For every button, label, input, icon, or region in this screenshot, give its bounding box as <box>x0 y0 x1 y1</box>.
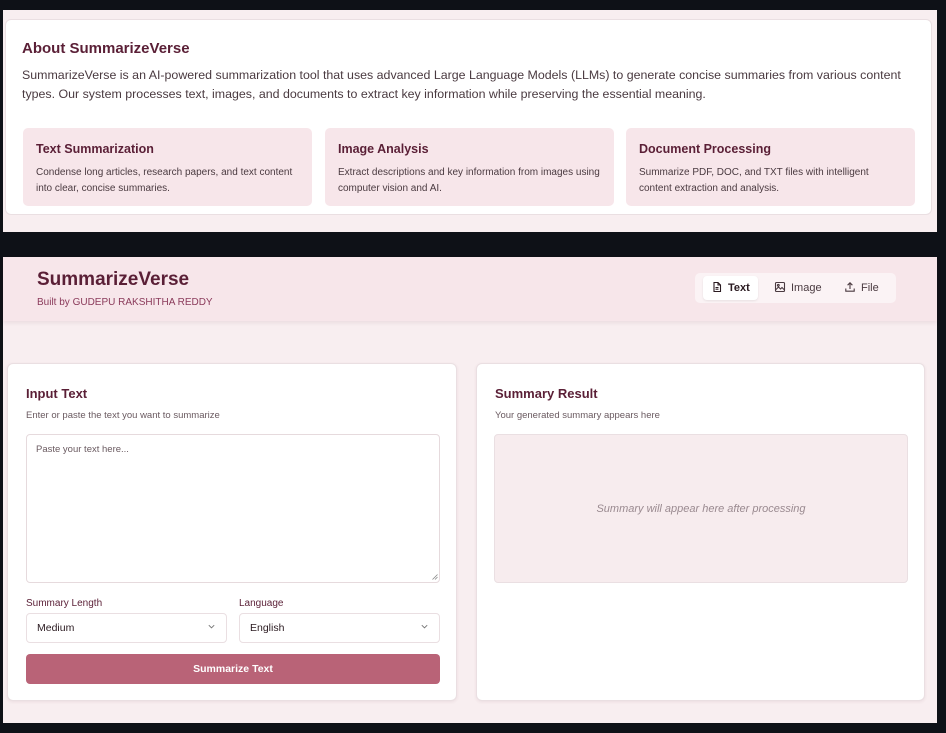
summary-length-label: Summary Length <box>26 598 103 609</box>
tab-file[interactable]: File <box>836 276 887 300</box>
tab-image[interactable]: Image <box>766 276 830 300</box>
result-card-title: Summary Result <box>495 386 598 401</box>
feature-card-image: Image Analysis Extract descriptions and … <box>325 128 614 206</box>
chevron-down-icon <box>420 622 429 634</box>
summary-placeholder: Summary will appear here after processin… <box>596 502 806 515</box>
result-card: Summary Result Your generated summary ap… <box>476 363 925 701</box>
about-card: About SummarizeVerse SummarizeVerse is a… <box>5 19 932 215</box>
input-card: Input Text Enter or paste the text you w… <box>7 363 457 701</box>
feature-title: Text Summarization <box>36 142 154 156</box>
language-select[interactable]: English <box>239 613 440 643</box>
feature-description: Summarize PDF, DOC, and TXT files with i… <box>639 167 869 194</box>
app-title: SummarizeVerse <box>37 269 190 290</box>
app-header: SummarizeVerse Built by GUDEPU RAKSHITHA… <box>3 257 937 321</box>
feature-description: Condense long articles, research papers,… <box>36 167 293 194</box>
about-panel: About SummarizeVerse SummarizeVerse is a… <box>3 10 937 232</box>
about-description: SummarizeVerse is an AI-powered summariz… <box>22 68 901 101</box>
feature-card-text: Text Summarization Condense long article… <box>23 128 312 206</box>
feature-card-document: Document Processing Summarize PDF, DOC, … <box>626 128 915 206</box>
chevron-down-icon <box>207 622 216 634</box>
about-title: About SummarizeVerse <box>22 40 190 57</box>
mode-tabs: Text Image File <box>695 273 896 303</box>
summary-output: Summary will appear here after processin… <box>494 434 908 583</box>
summary-length-select[interactable]: Medium <box>26 613 227 643</box>
summarize-text-button[interactable]: Summarize Text <box>26 654 440 684</box>
file-text-icon <box>711 281 723 296</box>
resize-handle-icon[interactable] <box>432 574 438 580</box>
language-label: Language <box>239 598 284 609</box>
tab-text[interactable]: Text <box>703 276 758 300</box>
upload-icon <box>844 281 856 296</box>
summary-length-value: Medium <box>37 622 75 634</box>
feature-title: Image Analysis <box>338 142 429 156</box>
input-card-subtitle: Enter or paste the text you want to summ… <box>26 410 220 421</box>
input-card-title: Input Text <box>26 386 88 401</box>
app-subtitle: Built by GUDEPU RAKSHITHA REDDY <box>37 297 213 308</box>
tab-label: File <box>861 282 879 294</box>
feature-description: Extract descriptions and key information… <box>338 167 600 194</box>
image-icon <box>774 281 786 296</box>
language-value: English <box>250 622 285 634</box>
feature-title: Document Processing <box>639 142 771 156</box>
result-card-subtitle: Your generated summary appears here <box>495 410 660 421</box>
tab-label: Text <box>728 282 750 294</box>
app-panel: SummarizeVerse Built by GUDEPU RAKSHITHA… <box>3 257 937 723</box>
text-input[interactable] <box>26 434 440 583</box>
tab-label: Image <box>791 282 822 294</box>
